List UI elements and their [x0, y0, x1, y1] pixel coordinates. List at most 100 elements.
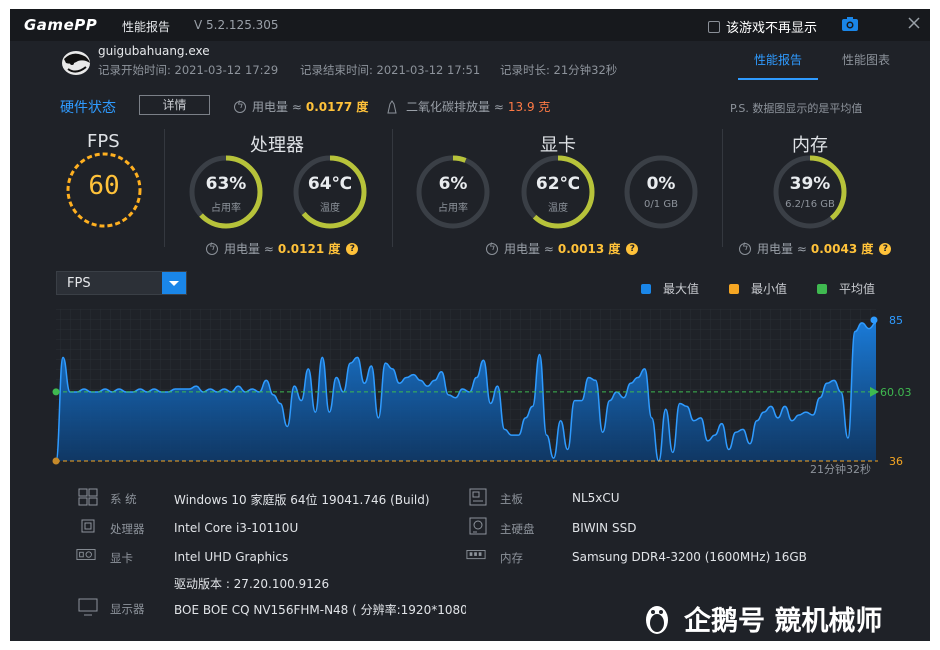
- max-value-label: 85: [889, 314, 903, 327]
- power-icon: [206, 242, 218, 255]
- game-icon: [62, 51, 90, 75]
- legend-min: 最小值: [729, 280, 787, 297]
- power-icon: [486, 242, 498, 255]
- app-logo: GamePP: [24, 16, 98, 34]
- motherboard-icon: [469, 488, 487, 506]
- penguin-logo-icon: [646, 605, 668, 634]
- avg-value-label: 60.03: [880, 386, 912, 399]
- tab-performance-report[interactable]: 性能报告: [754, 51, 802, 68]
- gpu-power-label: 用电量 ≈: [504, 242, 554, 256]
- display-label: 显示器: [110, 602, 145, 616]
- no-more-checkbox[interactable]: 该游戏不再显示: [708, 17, 817, 36]
- min-value-label: 36: [889, 455, 903, 468]
- detail-button[interactable]: 详情: [139, 95, 210, 115]
- help-icon[interactable]: ?: [346, 242, 359, 255]
- memory-power-label: 用电量 ≈: [757, 242, 807, 256]
- cpu-temp-label: 温度: [320, 203, 340, 214]
- gpu-vram-gauge: 0% 0/1 GB: [621, 152, 701, 232]
- memory-usage-value: 39%: [789, 174, 831, 194]
- legend-max: 最大值: [641, 280, 699, 297]
- record-end-time: 记录结束时间: 2021-03-12 17:51: [300, 63, 481, 77]
- legend-min-label: 最小值: [751, 282, 788, 296]
- average-note: P.S. 数据图显示的是平均值: [730, 102, 863, 115]
- record-duration: 记录时长: 21分钟32秒: [500, 63, 618, 77]
- disk-icon: [469, 517, 487, 535]
- total-power-stat: 用电量 ≈ 0.0177 度: [234, 98, 368, 115]
- os-label: 系 统: [110, 492, 137, 506]
- gpu-temp-label: 温度: [548, 203, 568, 214]
- gpu-value: Intel UHD Graphics: [174, 550, 289, 564]
- no-more-label: 该游戏不再显示: [726, 21, 818, 36]
- checkbox-box[interactable]: [708, 20, 720, 33]
- fps-value: 60: [88, 171, 120, 201]
- disk-value: BIWIN SSD: [572, 521, 637, 535]
- memory-stick-icon: [466, 550, 486, 560]
- fps-area-chart[interactable]: 85 60.03 36: [10, 299, 930, 479]
- gpu-temp-gauge: 62℃ 温度: [518, 152, 598, 232]
- legend-max-label: 最大值: [663, 282, 700, 296]
- gpu-label: 显卡: [110, 551, 133, 565]
- cpu-temp-value: 64℃: [307, 174, 353, 194]
- co2-icon: [387, 99, 397, 113]
- close-icon[interactable]: [906, 15, 922, 31]
- board-value: NL5xCU: [572, 491, 620, 505]
- gpu-vram-label: 0/1 GB: [644, 199, 678, 210]
- help-icon[interactable]: ?: [626, 242, 639, 255]
- ram-label: 内存: [500, 551, 523, 565]
- gpu-temp-value: 62℃: [535, 174, 581, 194]
- record-start-time: 记录开始时间: 2021-03-12 17:29: [98, 63, 279, 77]
- max-dot: [870, 316, 878, 324]
- gpu-power-value: 0.0013 度: [557, 242, 621, 256]
- total-power-value: 0.0177 度: [305, 100, 369, 114]
- windows-icon: [78, 488, 98, 506]
- power-icon: [234, 100, 246, 113]
- watermark: 企鹅号 競机械师: [642, 599, 882, 638]
- total-power-label: 用电量 ≈: [252, 100, 302, 114]
- min-start-dot: [52, 457, 60, 465]
- cpu-usage-label: 占用率: [211, 203, 241, 214]
- driver-version: 驱动版本 : 27.20.100.9126: [174, 577, 330, 591]
- metric-select-value: FPS: [67, 276, 91, 291]
- gpu-vram-value: 0%: [646, 174, 676, 194]
- gpu-usage-value: 6%: [438, 174, 468, 194]
- os-value: Windows 10 家庭版 64位 19041.746 (Build): [174, 493, 430, 507]
- legend-avg-label: 平均值: [839, 282, 876, 296]
- legend-min-swatch: [729, 283, 739, 294]
- tab-performance-chart[interactable]: 性能图表: [842, 51, 890, 68]
- gpu-usage-label: 占用率: [438, 203, 468, 214]
- gpu-power: 用电量 ≈ 0.0013 度 ?: [486, 240, 639, 257]
- monitor-icon: [78, 598, 98, 616]
- chart-duration-label: 21分钟32秒: [810, 463, 871, 476]
- cpu-usage-gauge: 63% 占用率: [186, 152, 266, 232]
- gpu-usage-gauge: 6% 占用率: [413, 152, 493, 232]
- cpu-power-value: 0.0121 度: [277, 242, 341, 256]
- app-version: V 5.2.125.305: [194, 18, 279, 32]
- disk-label: 主硬盘: [500, 522, 535, 536]
- window-title: 性能报告: [122, 20, 171, 34]
- memory-usage-label: 6.2/16 GB: [785, 199, 835, 210]
- metric-select[interactable]: FPS: [56, 271, 187, 295]
- process-name: guigubahuang.exe: [98, 44, 210, 58]
- cpu-temp-gauge: 64℃ 温度: [290, 152, 370, 232]
- legend-max-swatch: [641, 283, 651, 294]
- memory-power: 用电量 ≈ 0.0043 度 ?: [739, 240, 892, 257]
- cpu-chip-icon: [81, 519, 95, 533]
- co2-value: 13.9 克: [507, 100, 551, 114]
- display-value: BOE BOE CQ NV156FHM-N48 ( 分辨率:1920*1080 …: [174, 603, 466, 617]
- chevron-down-icon[interactable]: [162, 272, 186, 294]
- legend-avg-swatch: [817, 283, 827, 294]
- cpu-label: 处理器: [110, 522, 145, 536]
- board-label: 主板: [500, 492, 523, 506]
- camera-icon[interactable]: [841, 16, 859, 32]
- co2-label: 二氧化碳排放量 ≈: [406, 100, 504, 114]
- legend-avg: 平均值: [817, 280, 875, 297]
- help-icon[interactable]: ?: [879, 242, 892, 255]
- active-tab-indicator: [738, 78, 818, 80]
- separator: [164, 129, 165, 247]
- cpu-power-label: 用电量 ≈: [224, 242, 274, 256]
- watermark-text: 企鹅号 競机械师: [684, 606, 883, 637]
- gamepp-window: GamePP 性能报告 V 5.2.125.305 该游戏不再显示 guigub…: [10, 9, 930, 641]
- ram-value: Samsung DDR4-3200 (1600MHz) 16GB: [572, 550, 807, 564]
- fps-title: FPS: [87, 131, 120, 152]
- cpu-usage-value: 63%: [205, 174, 247, 194]
